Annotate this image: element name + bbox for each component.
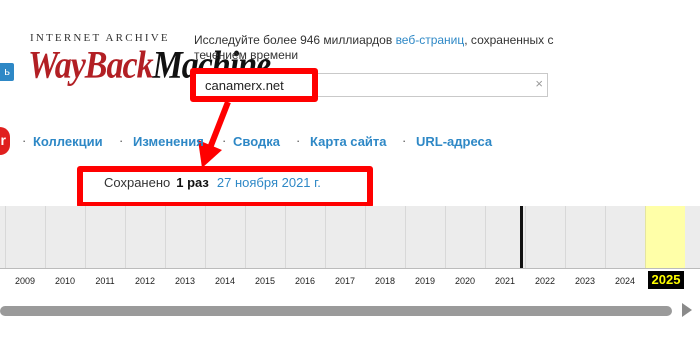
year-column-2014[interactable] bbox=[205, 206, 245, 268]
year-label[interactable]: 2023 bbox=[565, 276, 605, 286]
saved-count: 1 раз bbox=[176, 175, 209, 190]
year-column-2009[interactable] bbox=[5, 206, 45, 268]
nav-summary[interactable]: Сводка bbox=[233, 134, 280, 149]
year-column-2015[interactable] bbox=[245, 206, 285, 268]
year-label[interactable]: 2024 bbox=[605, 276, 645, 286]
timeline-axis bbox=[0, 268, 700, 269]
year-label[interactable]: 2014 bbox=[205, 276, 245, 286]
nav-sitemap[interactable]: Карта сайта bbox=[310, 134, 387, 149]
year-column-2016[interactable] bbox=[285, 206, 325, 268]
year-label[interactable]: 2011 bbox=[85, 276, 125, 286]
saved-summary: Сохранено 1 раз 27 ноября 2021 г. bbox=[104, 175, 321, 190]
saved-prefix: Сохранено bbox=[104, 175, 171, 190]
nav-urls[interactable]: URL-адреса bbox=[416, 134, 492, 149]
year-column-2024[interactable] bbox=[605, 206, 645, 268]
year-column-2010[interactable] bbox=[45, 206, 85, 268]
year-column-current[interactable] bbox=[645, 206, 685, 268]
year-column-2019[interactable] bbox=[405, 206, 445, 268]
scroll-right-arrow-icon[interactable] bbox=[682, 303, 692, 317]
year-label[interactable]: 2015 bbox=[245, 276, 285, 286]
year-column-2023[interactable] bbox=[565, 206, 605, 268]
year-column-2012[interactable] bbox=[125, 206, 165, 268]
year-column-2022[interactable] bbox=[525, 206, 565, 268]
year-label[interactable]: 2019 bbox=[405, 276, 445, 286]
year-label[interactable]: 2013 bbox=[165, 276, 205, 286]
timeline-scrollbar[interactable] bbox=[0, 306, 672, 316]
year-label[interactable]: 2020 bbox=[445, 276, 485, 286]
year-label[interactable]: 2009 bbox=[5, 276, 45, 286]
year-column-2017[interactable] bbox=[325, 206, 365, 268]
year-label[interactable]: 2012 bbox=[125, 276, 165, 286]
year-label[interactable]: 2021 bbox=[485, 276, 525, 286]
snapshot-bar-2021[interactable] bbox=[520, 206, 523, 268]
year-column-2018[interactable] bbox=[365, 206, 405, 268]
year-label[interactable]: 2017 bbox=[325, 276, 365, 286]
nav-bullet: · bbox=[402, 133, 407, 148]
nav-bullet: · bbox=[222, 133, 227, 148]
year-column-2021[interactable] bbox=[485, 206, 525, 268]
year-label[interactable]: 2010 bbox=[45, 276, 85, 286]
year-label-current[interactable]: 2025 bbox=[648, 271, 684, 289]
nav-bullet: · bbox=[119, 133, 124, 148]
year-label[interactable]: 2022 bbox=[525, 276, 565, 286]
year-label[interactable]: 2016 bbox=[285, 276, 325, 286]
year-column-2013[interactable] bbox=[165, 206, 205, 268]
nav-bullet: · bbox=[22, 133, 27, 148]
nav-bullet: · bbox=[296, 133, 301, 148]
nav-changes[interactable]: Изменения bbox=[133, 134, 204, 149]
year-label[interactable]: 2018 bbox=[365, 276, 405, 286]
arrow-icon bbox=[198, 100, 231, 168]
year-column-2011[interactable] bbox=[85, 206, 125, 268]
year-column-2020[interactable] bbox=[445, 206, 485, 268]
nav-collections[interactable]: Коллекции bbox=[33, 134, 103, 149]
saved-date-link[interactable]: 27 ноября 2021 г. bbox=[217, 175, 321, 190]
